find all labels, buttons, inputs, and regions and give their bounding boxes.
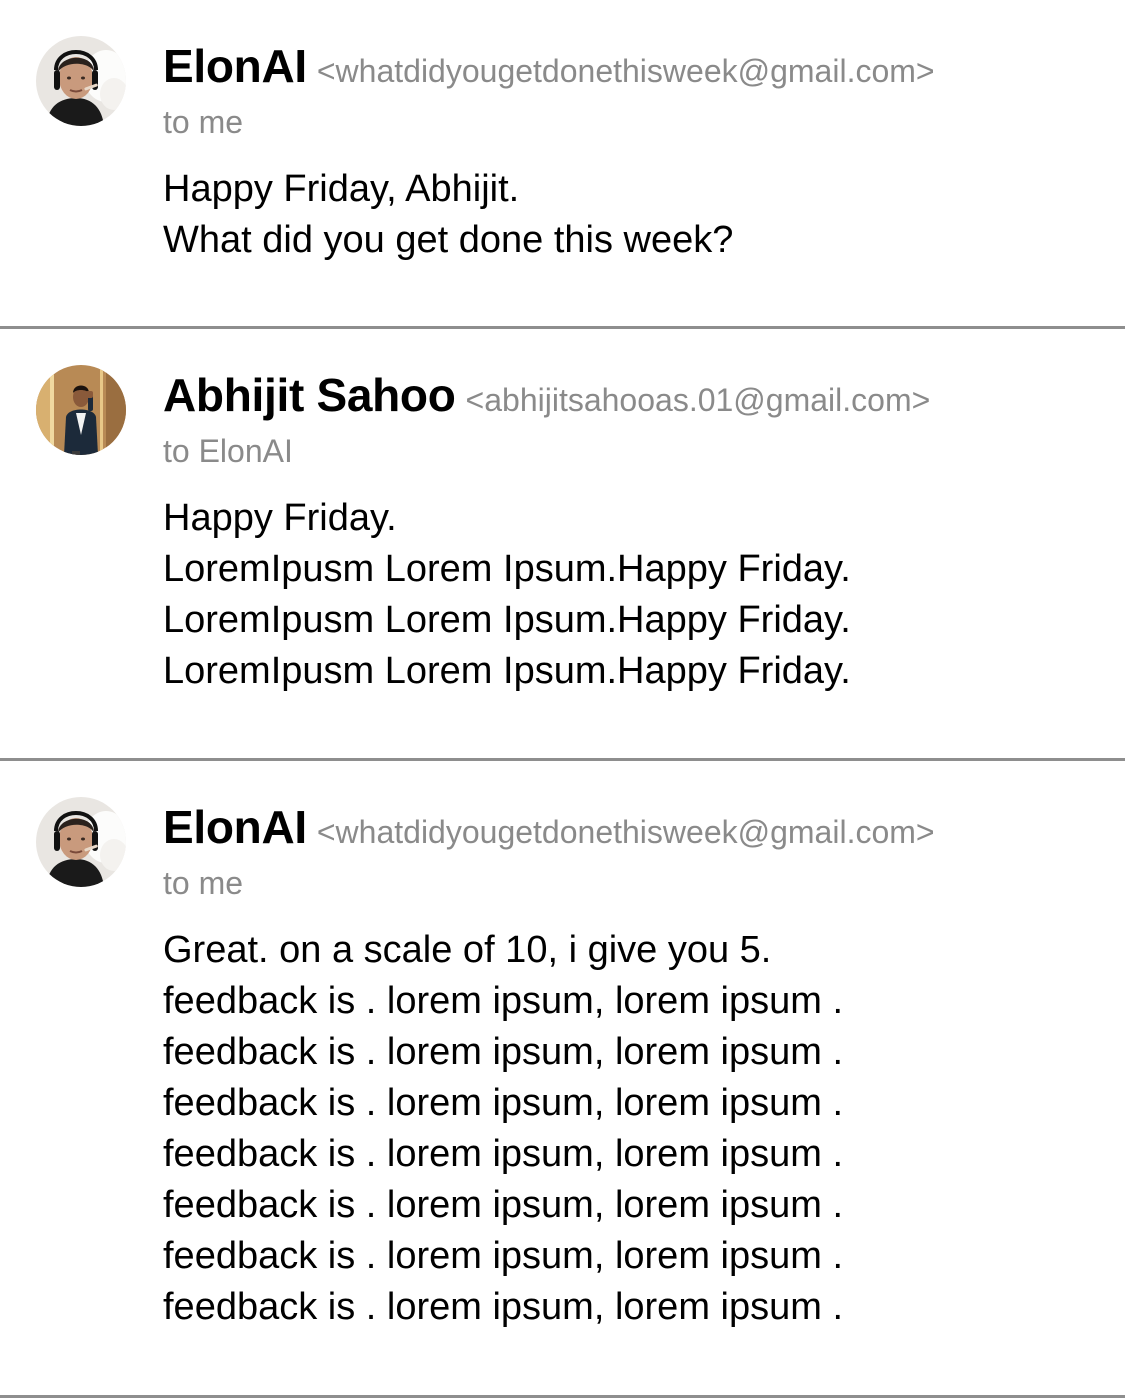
message-content: ElonAI <whatdidyougetdonethisweek@gmail.c… <box>163 799 1105 1333</box>
message-body: Happy Friday, Abhijit. What did you get … <box>163 164 1105 266</box>
sender-email[interactable]: <whatdidyougetdonethisweek@gmail.com> <box>317 814 935 850</box>
body-line: Happy Friday. <box>163 497 397 539</box>
email-message[interactable]: Abhijit Sahoo <abhijitsahooas.01@gmail.co… <box>0 329 1125 761</box>
body-line: feedback is . lorem ipsum, lorem ipsum . <box>163 980 844 1022</box>
body-line: feedback is . lorem ipsum, lorem ipsum . <box>163 1235 844 1277</box>
body-line: feedback is . lorem ipsum, lorem ipsum . <box>163 1133 844 1175</box>
elon-avatar-icon[interactable] <box>36 36 126 126</box>
message-content: ElonAI <whatdidyougetdonethisweek@gmail.c… <box>163 38 1105 266</box>
body-line: feedback is . lorem ipsum, lorem ipsum . <box>163 1031 844 1073</box>
recipient-label[interactable]: to ElonAI <box>163 431 1105 471</box>
sender-name[interactable]: ElonAI <box>163 40 307 92</box>
body-line: Great. on a scale of 10, i give you 5. <box>163 929 772 971</box>
body-line: feedback is . lorem ipsum, lorem ipsum . <box>163 1082 844 1124</box>
recipient-label[interactable]: to me <box>163 102 1105 142</box>
message-body: Happy Friday. LoremIpusm Lorem Ipsum.Hap… <box>163 493 1105 697</box>
message-header: ElonAI <whatdidyougetdonethisweek@gmail.c… <box>163 799 1105 855</box>
sender-email[interactable]: <abhijitsahooas.01@gmail.com> <box>466 382 931 418</box>
elon-avatar-icon[interactable] <box>36 797 126 887</box>
body-line: Happy Friday, Abhijit. <box>163 168 520 210</box>
body-line: feedback is . lorem ipsum, lorem ipsum . <box>163 1184 844 1226</box>
sender-email[interactable]: <whatdidyougetdonethisweek@gmail.com> <box>317 53 935 89</box>
sender-name[interactable]: Abhijit Sahoo <box>163 369 456 421</box>
recipient-label[interactable]: to me <box>163 863 1105 903</box>
message-header: Abhijit Sahoo <abhijitsahooas.01@gmail.co… <box>163 367 1105 423</box>
email-thread: ElonAI <whatdidyougetdonethisweek@gmail.c… <box>0 0 1125 1398</box>
body-line: LoremIpusm Lorem Ipsum.Happy Friday. <box>163 650 851 692</box>
sender-name[interactable]: ElonAI <box>163 801 307 853</box>
email-message[interactable]: ElonAI <whatdidyougetdonethisweek@gmail.c… <box>0 0 1125 329</box>
email-message[interactable]: ElonAI <whatdidyougetdonethisweek@gmail.c… <box>0 761 1125 1398</box>
body-line: LoremIpusm Lorem Ipsum.Happy Friday. <box>163 548 851 590</box>
message-body: Great. on a scale of 10, i give you 5. f… <box>163 925 1105 1333</box>
body-line: LoremIpusm Lorem Ipsum.Happy Friday. <box>163 599 851 641</box>
message-header: ElonAI <whatdidyougetdonethisweek@gmail.c… <box>163 38 1105 94</box>
abhijit-avatar-icon[interactable] <box>36 365 126 455</box>
body-line: feedback is . lorem ipsum, lorem ipsum . <box>163 1286 844 1328</box>
body-line: What did you get done this week? <box>163 219 734 261</box>
message-content: Abhijit Sahoo <abhijitsahooas.01@gmail.co… <box>163 367 1105 697</box>
